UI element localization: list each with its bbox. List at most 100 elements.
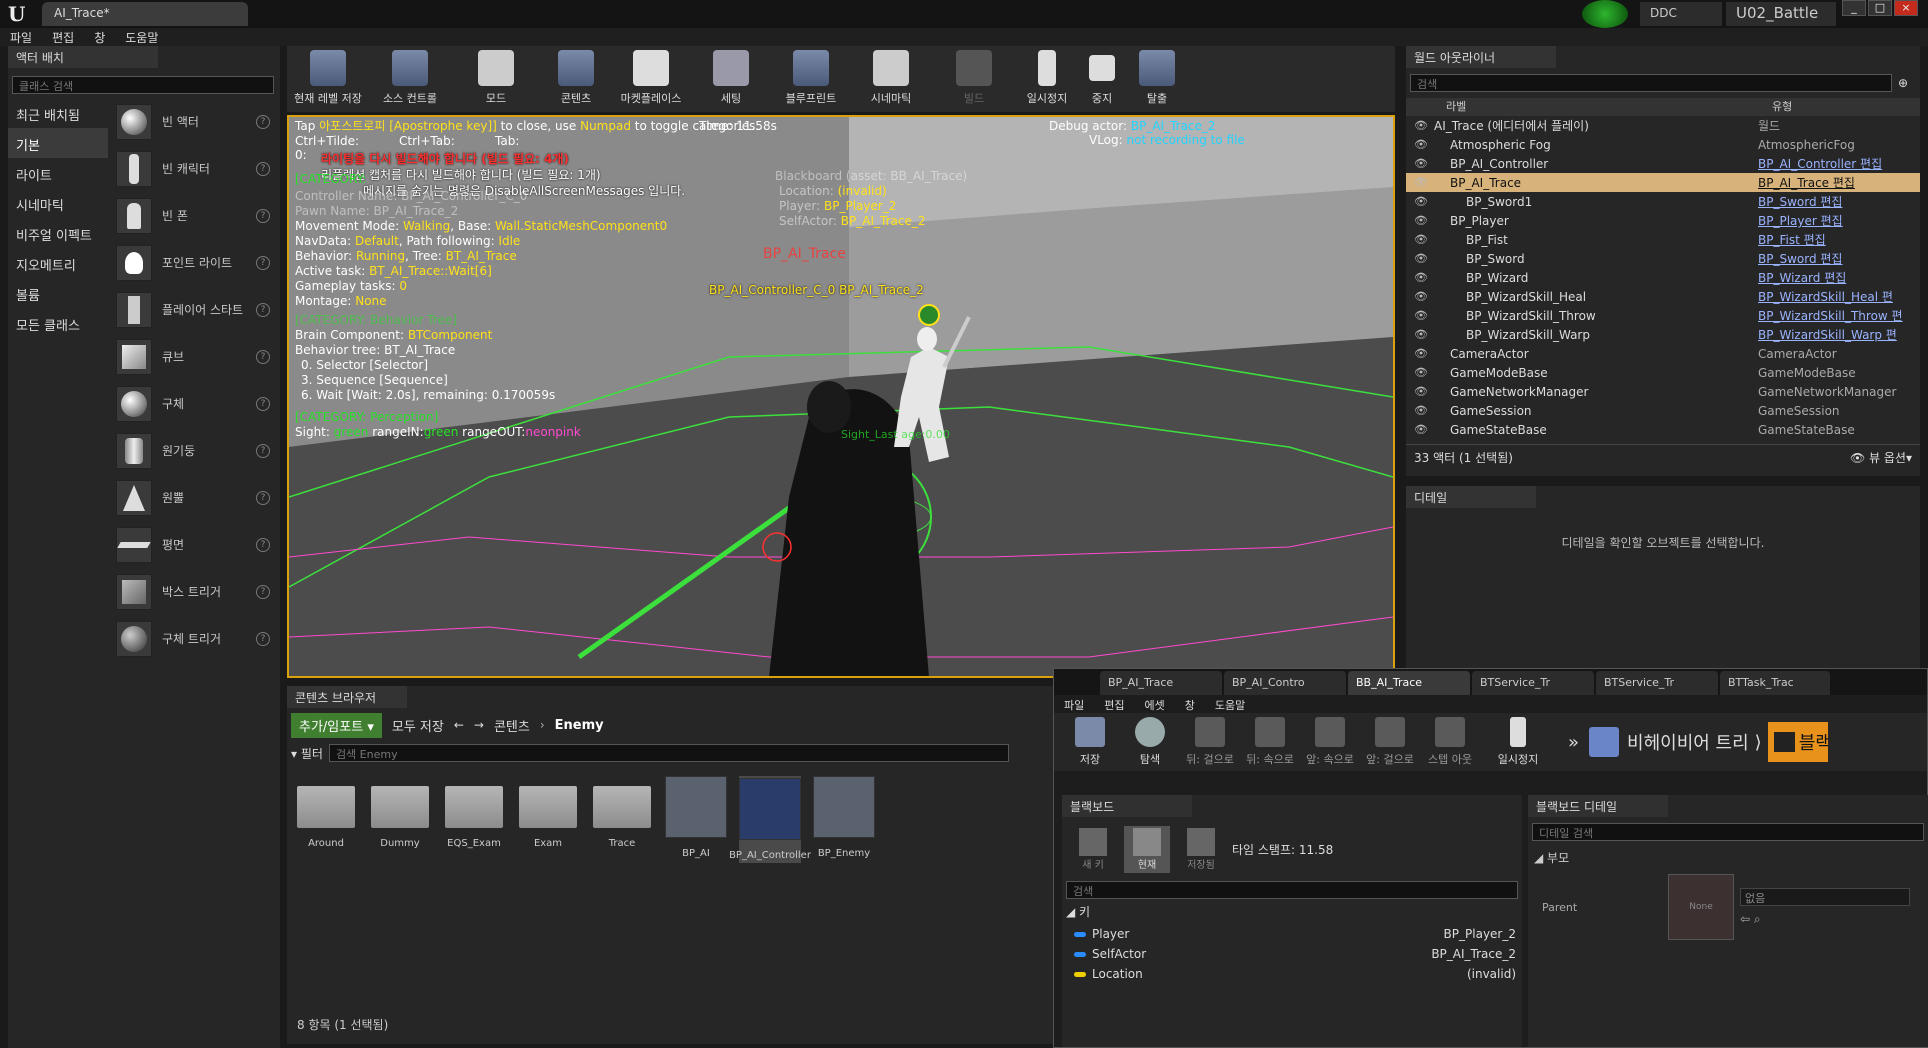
- visibility-eye-icon[interactable]: 👁: [1414, 290, 1428, 303]
- bt-back-into-button[interactable]: 뒤: 속으로: [1240, 717, 1300, 767]
- outliner-row[interactable]: 👁 BP_Sword BP_Sword 편집: [1406, 249, 1920, 268]
- details-tab[interactable]: 디테일: [1406, 486, 1536, 508]
- content-search-input[interactable]: 검색 Enemy: [328, 744, 1009, 762]
- bt-save-button[interactable]: 저장: [1060, 717, 1120, 767]
- filter-button[interactable]: ▾ 필터: [291, 745, 323, 762]
- bt-tab[interactable]: BP_AI_Contro: [1224, 671, 1346, 695]
- visibility-eye-icon[interactable]: 👁: [1414, 233, 1428, 246]
- visibility-eye-icon[interactable]: 👁: [1414, 309, 1428, 322]
- actor-item-empty-character[interactable]: 빈 캐릭터?: [110, 145, 280, 192]
- class-search-input[interactable]: 클래스 검색: [12, 76, 274, 94]
- bt-tab[interactable]: BTService_Tr: [1472, 671, 1594, 695]
- category-basic[interactable]: 기본: [8, 128, 108, 158]
- blueprints-button[interactable]: 블루프린트: [771, 46, 851, 112]
- bt-step-out-button[interactable]: 스텝 아웃: [1420, 717, 1480, 767]
- outliner-row[interactable]: 👁 BP_Sword1 BP_Sword 편집: [1406, 192, 1920, 211]
- outliner-row[interactable]: 👁 GameNetworkManager GameNetworkManager: [1406, 382, 1920, 401]
- minimize-button[interactable]: _: [1842, 0, 1866, 16]
- category-geometry[interactable]: 지오메트리: [8, 248, 108, 278]
- visibility-eye-icon[interactable]: 👁: [1414, 195, 1428, 208]
- actor-item-box-trigger[interactable]: 박스 트리거?: [110, 568, 280, 615]
- bt-menu-item[interactable]: 창: [1175, 695, 1205, 713]
- browse-icon[interactable]: ⌕: [1754, 912, 1761, 926]
- stop-button[interactable]: 중지: [1077, 46, 1127, 112]
- outliner-row[interactable]: 👁 CameraActor CameraActor: [1406, 344, 1920, 363]
- outliner-row-type[interactable]: BP_WizardSkill_Warp 편: [1758, 326, 1897, 343]
- outliner-row-type[interactable]: BP_AI_Controller 편집: [1758, 155, 1882, 172]
- content-button[interactable]: 콘텐츠: [541, 46, 611, 112]
- bt-tab-active[interactable]: BB_AI_Trace: [1348, 671, 1470, 695]
- outliner-row[interactable]: 👁 AI_Trace (에디터에서 플레이) 월드: [1406, 116, 1920, 135]
- pause-button[interactable]: 일시정지: [1017, 46, 1077, 112]
- actor-item-player-start[interactable]: 플레이어 스타트?: [110, 286, 280, 333]
- outliner-row[interactable]: 👁 BP_Wizard BP_Wizard 편집: [1406, 268, 1920, 287]
- cinematics-button[interactable]: 시네마틱: [851, 46, 931, 112]
- modes-button[interactable]: 모드: [451, 46, 541, 112]
- category-recent[interactable]: 최근 배치됨: [8, 98, 108, 128]
- visibility-eye-icon[interactable]: 👁: [1414, 271, 1428, 284]
- close-button[interactable]: ×: [1894, 0, 1918, 16]
- folder-item[interactable]: EQS_Exam: [443, 776, 505, 863]
- add-import-button[interactable]: 추가/임포트 ▾: [291, 712, 382, 738]
- saved-button[interactable]: 저장됨: [1178, 827, 1224, 871]
- menu-file[interactable]: 파일: [0, 28, 42, 46]
- help-icon[interactable]: ?: [256, 161, 270, 176]
- folder-item[interactable]: Around: [295, 776, 357, 863]
- help-icon[interactable]: ?: [256, 302, 270, 317]
- forward-arrow-icon[interactable]: →: [474, 718, 484, 732]
- actor-item-plane[interactable]: 평면?: [110, 521, 280, 568]
- bt-back-over-button[interactable]: 뒤: 걸으로: [1180, 717, 1240, 767]
- menu-window[interactable]: 창: [84, 28, 115, 46]
- help-icon[interactable]: ?: [256, 443, 270, 458]
- actor-item-sphere[interactable]: 구체?: [110, 380, 280, 427]
- add-filter-icon[interactable]: ⊕: [1898, 76, 1908, 90]
- menu-help[interactable]: 도움말: [115, 28, 168, 46]
- bt-menu-item[interactable]: 편집: [1094, 695, 1134, 713]
- breadcrumb-current[interactable]: Enemy: [555, 718, 604, 733]
- col-type[interactable]: 유형: [1772, 98, 1792, 116]
- outliner-row[interactable]: 👁 BP_Fist BP_Fist 편집: [1406, 230, 1920, 249]
- folder-item[interactable]: Trace: [591, 776, 653, 863]
- marketplace-button[interactable]: 마켓플레이스: [611, 46, 691, 112]
- use-selected-icon[interactable]: ⇦: [1740, 912, 1750, 926]
- visibility-eye-icon[interactable]: 👁: [1414, 119, 1428, 132]
- outliner-row[interactable]: 👁 BP_Player BP_Player 편집: [1406, 211, 1920, 230]
- bt-menu-item[interactable]: 파일: [1054, 695, 1094, 713]
- visibility-eye-icon[interactable]: 👁: [1414, 176, 1428, 189]
- folder-item[interactable]: Exam: [517, 776, 579, 863]
- asset-item-selected[interactable]: BP_AI_Controller: [729, 776, 811, 863]
- level-viewport[interactable]: Tap 아포스트로피 [Apostrophe key]] to close, u…: [287, 115, 1395, 678]
- outliner-row[interactable]: 👁 BP_WizardSkill_Heal BP_WizardSkill_Heal …: [1406, 287, 1920, 306]
- outliner-row-type[interactable]: BP_Player 편집: [1758, 212, 1843, 229]
- actor-item-sphere-trigger[interactable]: 구체 트리거?: [110, 615, 280, 662]
- actor-item-cube[interactable]: 큐브?: [110, 333, 280, 380]
- help-icon[interactable]: ?: [256, 584, 270, 599]
- content-browser-tab[interactable]: 콘텐츠 브라우저: [287, 686, 407, 708]
- outliner-row-type[interactable]: BP_WizardSkill_Throw 편: [1758, 307, 1903, 324]
- outliner-row[interactable]: 👁 BP_AI_Trace BP_AI_Trace 편집: [1406, 173, 1920, 192]
- blackboard-tab[interactable]: 블랙보드: [1062, 795, 1192, 817]
- outliner-row-type[interactable]: BP_WizardSkill_Heal 편: [1758, 288, 1893, 305]
- outliner-row-type[interactable]: BP_Sword 편집: [1758, 193, 1842, 210]
- bt-tab[interactable]: BTService_Tr: [1596, 671, 1718, 695]
- outliner-search-input[interactable]: 검색: [1410, 74, 1892, 92]
- new-key-button[interactable]: 새 키: [1070, 827, 1116, 871]
- visibility-eye-icon[interactable]: 👁: [1414, 138, 1428, 151]
- build-button[interactable]: 빌드: [931, 46, 1017, 112]
- parent-section[interactable]: ◢ 부모: [1528, 847, 1928, 868]
- bt-forward-over-button[interactable]: 앞: 걸으로: [1360, 717, 1420, 767]
- view-options-button[interactable]: 👁 뷰 옵션▾: [1850, 449, 1912, 466]
- help-icon[interactable]: ?: [256, 255, 270, 270]
- visibility-eye-icon[interactable]: 👁: [1414, 404, 1428, 417]
- outliner-row-type[interactable]: BP_Fist 편집: [1758, 231, 1826, 248]
- actor-item-empty-actor[interactable]: 빈 액터?: [110, 98, 280, 145]
- save-level-button[interactable]: 현재 레벨 저장: [287, 46, 369, 112]
- parent-asset-dropdown[interactable]: 없음: [1740, 887, 1910, 906]
- outliner-row-type[interactable]: BP_Sword 편집: [1758, 250, 1842, 267]
- visibility-eye-icon[interactable]: 👁: [1414, 214, 1428, 227]
- help-icon[interactable]: ?: [256, 537, 270, 552]
- help-icon[interactable]: ?: [256, 396, 270, 411]
- outliner-row-type[interactable]: BP_Wizard 편집: [1758, 269, 1846, 286]
- ddc-status[interactable]: DDC: [1640, 2, 1722, 26]
- outliner-row-type[interactable]: BP_AI_Trace 편집: [1758, 174, 1855, 191]
